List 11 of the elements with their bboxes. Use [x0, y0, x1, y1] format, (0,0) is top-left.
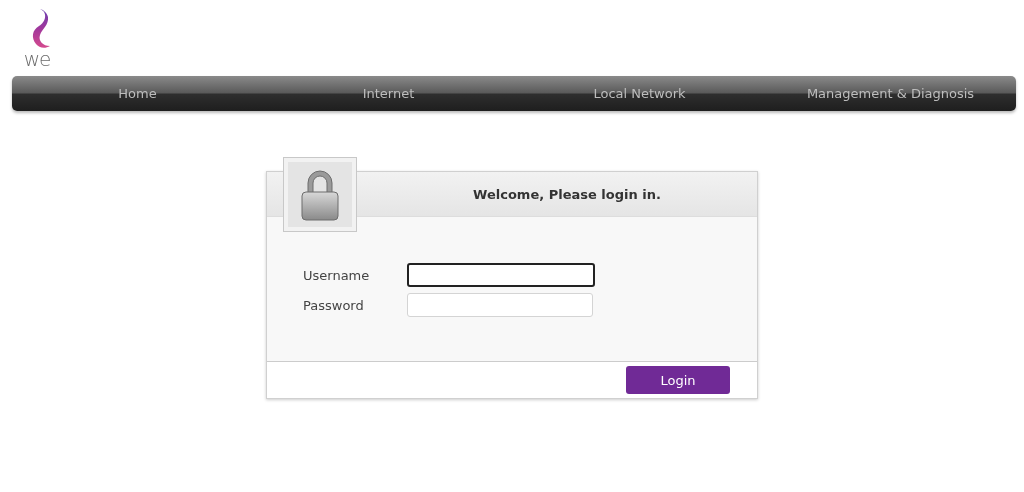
padlock-icon	[300, 168, 340, 221]
login-button[interactable]: Login	[626, 366, 730, 394]
field-label: Password	[303, 297, 365, 313]
nav-link[interactable]: Internet	[263, 86, 514, 101]
nav-link[interactable]: Local Network	[514, 86, 765, 101]
nav-link[interactable]: Management & Diagnosis	[765, 86, 1016, 101]
login-title: Welcome, Please login in.	[473, 186, 661, 202]
input-field[interactable]	[407, 263, 595, 287]
logo-text: we	[23, 50, 51, 68]
field-label: Username	[303, 267, 371, 283]
nav-link[interactable]: Home	[12, 86, 263, 101]
